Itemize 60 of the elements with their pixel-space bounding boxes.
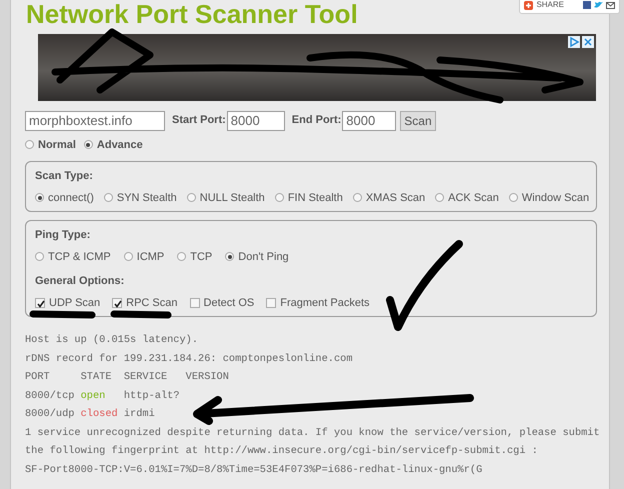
radio-button[interactable] — [104, 193, 113, 202]
radio-button[interactable] — [186, 193, 196, 202]
output-line: the following fingerprint at http://www.insecure.org/cgi-bin/servicefp-submit.cgi : — [25, 444, 538, 459]
option-label: Window Scan — [522, 190, 590, 206]
output-line: rDNS record for 199.231.184.26: comptonpeslonline.com — [25, 352, 352, 366]
option-label: Detect OS — [204, 296, 254, 310]
radio-button[interactable] — [352, 193, 362, 202]
close-icon[interactable] — [582, 36, 594, 48]
output-line: 8000/tcp open http-alt? — [25, 388, 180, 404]
option-label: ICMP — [136, 250, 164, 264]
radio-button[interactable] — [35, 193, 44, 202]
option-label: TCP — [190, 250, 212, 264]
checkbox[interactable] — [35, 298, 45, 308]
option-label: NULL Stealth — [200, 190, 265, 206]
checkbox[interactable] — [112, 298, 122, 308]
option-label: RPC Scan — [126, 296, 178, 310]
option-label: SYN Stealth — [116, 190, 177, 206]
section-title: General Options: — [35, 274, 126, 289]
radio-button[interactable] — [435, 193, 444, 202]
checkbox[interactable] — [190, 298, 200, 308]
output-line: Host is up (0.015s latency). — [25, 333, 198, 348]
checkbox[interactable] — [266, 298, 276, 308]
underline-mark — [110, 310, 172, 318]
option-label: TCP & ICMP — [48, 250, 111, 264]
output-line: 1 service unrecognized despite returning data. If you know the service/version, please submit — [25, 426, 600, 440]
option-label: Don't Ping — [238, 250, 289, 264]
radio-button[interactable] — [84, 140, 93, 150]
info-triangle-icon[interactable] — [568, 36, 580, 48]
page-title: Network Port Scanner Tool — [26, 0, 358, 28]
radio-button[interactable] — [225, 252, 234, 262]
radio-button[interactable] — [274, 193, 284, 202]
output-line: SF-Port8000-TCP:V=6.01%I=7%D=8/8%Time=53E4F073%P=i686-redhat-linux-gnu%r(G — [25, 462, 482, 478]
envelope-icon[interactable] — [606, 2, 615, 8]
section-title: Ping Type: — [35, 228, 92, 243]
option-label: UDP Scan — [49, 296, 100, 310]
option-label: FIN Stealth — [288, 190, 343, 206]
output-line: PORT STATE SERVICE VERSION — [25, 370, 229, 385]
option-label: Advance — [96, 138, 143, 152]
option-label: ACK Scan — [448, 190, 499, 206]
field-label: End Port: — [292, 113, 342, 128]
radio-button[interactable] — [35, 252, 44, 262]
start-port-field[interactable]: 8000 — [226, 110, 285, 130]
host-field[interactable]: morphboxtest.info — [25, 110, 165, 130]
scan-button[interactable]: Scan — [400, 110, 436, 130]
end-port-field[interactable]: 8000 — [342, 110, 396, 130]
radio-button[interactable] — [25, 140, 34, 150]
radio-button[interactable] — [177, 252, 186, 262]
radio-button[interactable] — [124, 252, 133, 262]
underline-mark — [30, 310, 96, 318]
output-line: 8000/udp closed irdmi — [25, 407, 155, 422]
option-label: Fragment Packets — [280, 296, 370, 310]
section-title: Scan Type: — [35, 169, 94, 184]
option-label: Normal — [38, 138, 76, 152]
radio-button[interactable] — [508, 193, 518, 202]
option-label: XMAS Scan — [366, 190, 426, 206]
bird-icon[interactable] — [594, 1, 603, 9]
plus-icon — [524, 0, 534, 10]
field-label: Start Port: — [172, 113, 226, 128]
share-button[interactable]: SHARE — [519, 0, 620, 14]
option-label: connect() — [48, 190, 94, 206]
